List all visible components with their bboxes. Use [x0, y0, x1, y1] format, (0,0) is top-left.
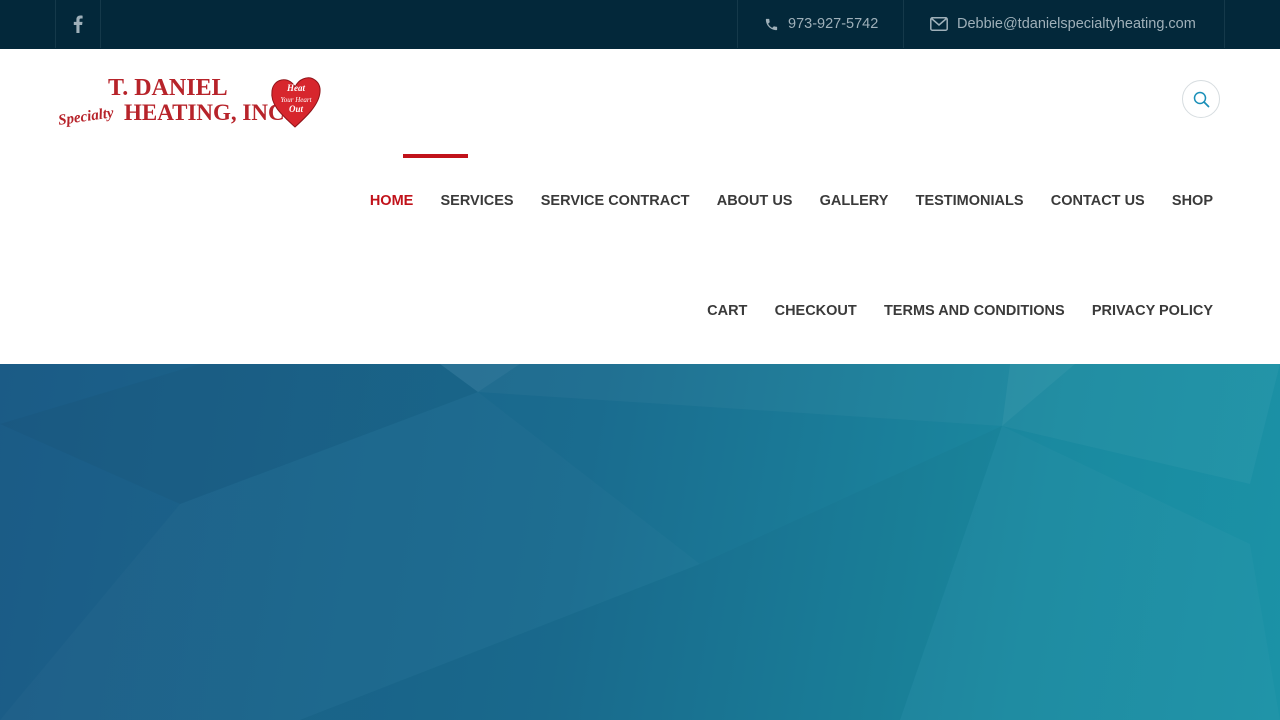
email-address[interactable]: Debbie@tdanielspecialtyheating.com	[957, 16, 1196, 32]
nav-checkout[interactable]: CHECKOUT	[761, 303, 870, 319]
nav-home[interactable]: HOME	[356, 193, 427, 209]
nav-privacy-policy[interactable]: PRIVACY POLICY	[1078, 303, 1226, 319]
top-bar: 973-927-5742 Debbie@tdanielspecialtyheat…	[0, 0, 1280, 49]
nav-terms-and-conditions[interactable]: TERMS AND CONDITIONS	[870, 303, 1078, 319]
hero-polygon-pattern	[440, 364, 1280, 484]
envelope-icon	[930, 17, 948, 31]
nav-about-us[interactable]: ABOUT US	[703, 193, 806, 209]
heart-text-1: Heat	[286, 83, 305, 93]
phone-number[interactable]: 973-927-5742	[788, 16, 878, 32]
nav-service-contract[interactable]: SERVICE CONTRACT	[527, 193, 703, 209]
nav-services[interactable]: SERVICES	[427, 193, 527, 209]
facebook-link[interactable]	[55, 0, 101, 48]
nav-cart[interactable]: CART	[694, 303, 761, 319]
heart-text-3: Out	[289, 104, 304, 114]
site-header: T. DANIEL Specialty HEATING, INC. Heat Y…	[0, 49, 1280, 364]
logo-script: Specialty	[57, 105, 115, 129]
company-logo[interactable]: T. DANIEL Specialty HEATING, INC. Heat Y…	[56, 75, 322, 131]
main-nav-row-1: HOME SERVICES SERVICE CONTRACT ABOUT US …	[356, 153, 1226, 249]
nav-shop[interactable]: SHOP	[1158, 193, 1226, 209]
heart-text-2: Your Heart	[280, 96, 312, 104]
logo-graphic: T. DANIEL Specialty HEATING, INC. Heat Y…	[57, 75, 321, 129]
phone-contact[interactable]: 973-927-5742	[737, 0, 904, 48]
nav-contact-us[interactable]: CONTACT US	[1037, 193, 1158, 209]
facebook-icon	[73, 15, 83, 33]
nav-testimonials[interactable]: TESTIMONIALS	[902, 193, 1037, 209]
nav-gallery[interactable]: GALLERY	[806, 193, 902, 209]
logo-line2: HEATING, INC.	[124, 100, 290, 125]
hero-banner	[0, 364, 1280, 720]
logo-line1: T. DANIEL	[108, 75, 228, 101]
search-icon	[1193, 91, 1209, 107]
search-button[interactable]	[1182, 80, 1220, 118]
email-contact[interactable]: Debbie@tdanielspecialtyheating.com	[904, 0, 1225, 48]
main-nav-row-2: CART CHECKOUT TERMS AND CONDITIONS PRIVA…	[694, 279, 1226, 343]
phone-icon	[765, 18, 778, 30]
